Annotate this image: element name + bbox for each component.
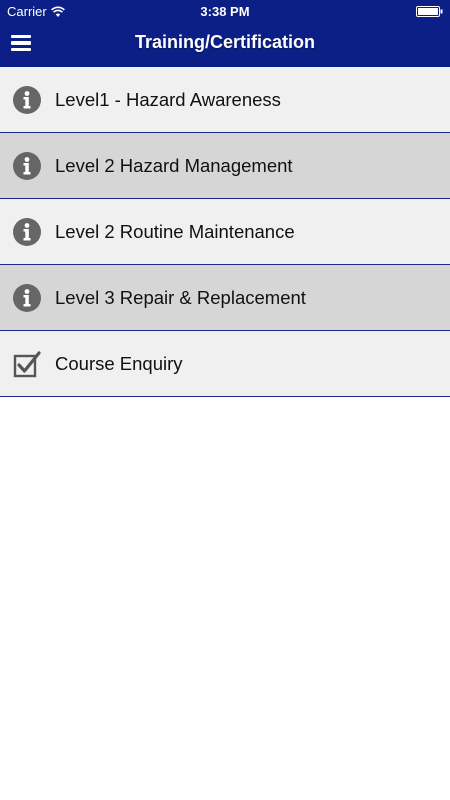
info-icon [13,283,41,312]
screen: Carrier 3:38 PM Training/Certification L… [0,0,450,800]
list-item-level2-routine-maintenance[interactable]: Level 2 Routine Maintenance [0,199,450,265]
checkbox-checked-icon [13,350,41,377]
status-bar: Carrier 3:38 PM [0,0,450,22]
status-time: 3:38 PM [200,4,250,19]
page-title: Training/Certification [134,32,316,52]
info-icon [13,217,41,246]
training-list: Level1 - Hazard Awareness Level 2 Hazard… [0,67,450,397]
info-icon [13,151,41,180]
list-item-course-enquiry[interactable]: Course Enquiry [0,331,450,397]
list-item-level2-hazard-management[interactable]: Level 2 Hazard Management [0,133,450,199]
top-bar: Carrier 3:38 PM Training/Certification [0,0,450,67]
list-item-level3-repair-replacement[interactable]: Level 3 Repair & Replacement [0,265,450,331]
info-icon [13,85,41,114]
list-item-label: Course Enquiry [55,352,183,374]
list-item-label: Level 2 Routine Maintenance [55,220,295,242]
list-item-label: Level1 - Hazard Awareness [55,88,281,110]
list-item-label: Level 3 Repair & Replacement [55,286,306,308]
list-item-label: Level 2 Hazard Management [55,154,293,176]
battery-icon [416,6,443,17]
navigation-bar: Training/Certification [0,22,450,66]
list-item-level1-hazard-awareness[interactable]: Level1 - Hazard Awareness [0,67,450,133]
